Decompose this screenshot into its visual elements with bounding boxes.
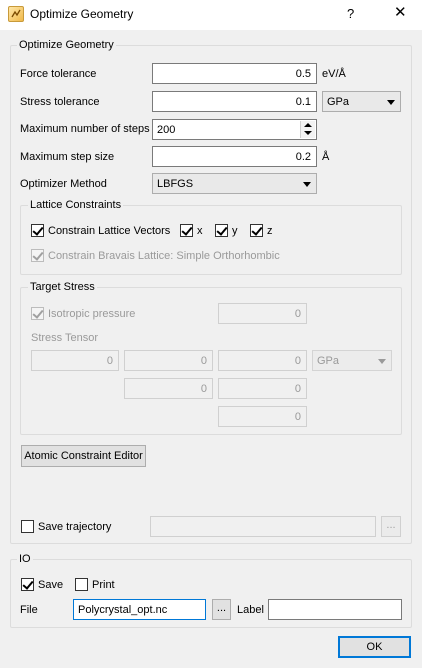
- stress-unit-select[interactable]: GPa: [322, 91, 401, 112]
- max-steps-value: 200: [157, 124, 176, 136]
- stress-unit-value: GPa: [327, 96, 350, 108]
- label-label: Label: [237, 604, 264, 616]
- max-step-size-unit: Å: [322, 151, 330, 163]
- lattice-constraints-title: Lattice Constraints: [28, 199, 124, 212]
- trajectory-file-input[interactable]: [150, 516, 376, 537]
- constrain-lattice-vectors-label: Constrain Lattice Vectors: [48, 225, 171, 237]
- constrain-y-checkbox[interactable]: [215, 224, 228, 237]
- stress-tensor-zz[interactable]: 0: [218, 406, 307, 427]
- optimizer-method-value: LBFGS: [157, 178, 194, 190]
- stress-tensor-xx[interactable]: 0: [31, 350, 119, 371]
- force-tolerance-label: Force tolerance: [20, 68, 97, 80]
- stress-tolerance-input[interactable]: 0.1: [152, 91, 317, 112]
- save-trajectory-label: Save trajectory: [38, 521, 112, 533]
- help-button[interactable]: ?: [347, 6, 354, 21]
- io-group-title: IO: [17, 553, 33, 566]
- stress-tensor-label: Stress Tensor: [31, 332, 99, 344]
- isotropic-pressure-input[interactable]: 0: [218, 303, 307, 324]
- window-title: Optimize Geometry: [30, 7, 134, 21]
- constrain-z-checkbox[interactable]: [250, 224, 263, 237]
- max-step-size-input[interactable]: 0.2: [152, 146, 317, 167]
- optimize-geometry-group-title: Optimize Geometry: [17, 39, 116, 52]
- atomic-constraint-editor-button[interactable]: Atomic Constraint Editor: [21, 445, 146, 467]
- stress-tensor-unit-select[interactable]: GPa: [312, 350, 392, 371]
- spin-up-icon[interactable]: [304, 123, 312, 127]
- app-icon: [8, 6, 24, 22]
- force-tolerance-unit: eV/Å: [322, 68, 346, 80]
- max-step-size-label: Maximum step size: [20, 151, 115, 163]
- optimizer-method-label: Optimizer Method: [20, 178, 107, 190]
- stress-tensor-xy[interactable]: 0: [124, 350, 213, 371]
- chevron-down-icon: [303, 182, 311, 187]
- trajectory-browse-button[interactable]: ...: [381, 516, 401, 537]
- stress-tensor-xz[interactable]: 0: [218, 350, 307, 371]
- constrain-bravais-label: Constrain Bravais Lattice: Simple Orthor…: [48, 250, 280, 262]
- isotropic-pressure-label: Isotropic pressure: [48, 308, 136, 320]
- force-tolerance-input[interactable]: 0.5: [152, 63, 317, 84]
- constrain-x-checkbox[interactable]: [180, 224, 193, 237]
- file-label: File: [20, 604, 38, 616]
- max-steps-spinbox[interactable]: 200: [152, 119, 317, 140]
- isotropic-pressure-checkbox[interactable]: [31, 307, 44, 320]
- ok-button[interactable]: OK: [338, 636, 411, 658]
- target-stress-title: Target Stress: [28, 281, 97, 294]
- constrain-lattice-vectors-checkbox[interactable]: [31, 224, 44, 237]
- save-checkbox[interactable]: [21, 578, 34, 591]
- constrain-x-label: x: [197, 225, 203, 237]
- spin-buttons[interactable]: [300, 121, 315, 138]
- title-bar: Optimize Geometry ? ✕: [0, 0, 422, 30]
- stress-tensor-yy[interactable]: 0: [124, 378, 213, 399]
- constrain-bravais-checkbox[interactable]: [31, 249, 44, 262]
- chevron-down-icon: [387, 100, 395, 105]
- print-label: Print: [92, 579, 115, 591]
- constrain-z-label: z: [267, 225, 273, 237]
- file-browse-button[interactable]: ...: [212, 599, 231, 620]
- max-steps-label: Maximum number of steps: [20, 123, 150, 135]
- constrain-y-label: y: [232, 225, 238, 237]
- stress-tolerance-label: Stress tolerance: [20, 96, 100, 108]
- stress-tensor-unit-value: GPa: [317, 355, 340, 367]
- save-trajectory-checkbox[interactable]: [21, 520, 34, 533]
- chevron-down-icon: [378, 359, 386, 364]
- lattice-constraints-group: [20, 205, 402, 275]
- print-checkbox[interactable]: [75, 578, 88, 591]
- close-button[interactable]: ✕: [394, 3, 407, 21]
- file-input[interactable]: Polycrystal_opt.nc: [73, 599, 206, 620]
- optimizer-method-select[interactable]: LBFGS: [152, 173, 317, 194]
- label-input[interactable]: [268, 599, 402, 620]
- spin-down-icon[interactable]: [304, 131, 312, 135]
- save-label: Save: [38, 579, 64, 591]
- stress-tensor-yz[interactable]: 0: [218, 378, 307, 399]
